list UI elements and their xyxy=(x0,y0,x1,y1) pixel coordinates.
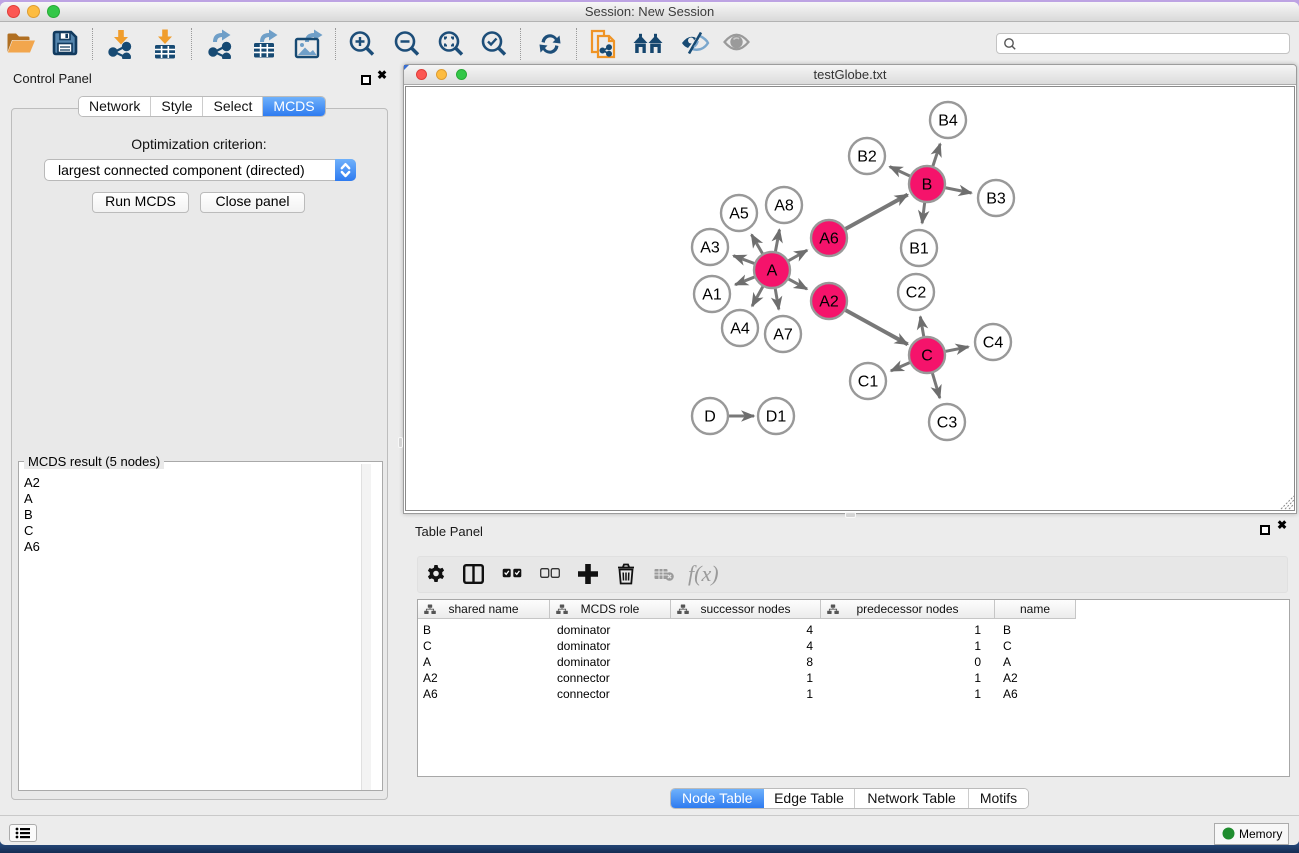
svg-text:C1: C1 xyxy=(858,374,879,391)
svg-text:C3: C3 xyxy=(937,415,958,432)
svg-text:B: B xyxy=(922,177,933,194)
svg-text:A6: A6 xyxy=(819,231,839,248)
svg-text:B3: B3 xyxy=(986,191,1006,208)
svg-text:B2: B2 xyxy=(857,149,877,166)
svg-text:A2: A2 xyxy=(819,294,839,311)
svg-text:B4: B4 xyxy=(938,113,958,130)
svg-text:A8: A8 xyxy=(774,198,794,215)
svg-text:A4: A4 xyxy=(730,321,750,338)
svg-text:A3: A3 xyxy=(700,240,720,257)
svg-text:C: C xyxy=(921,348,933,365)
svg-text:B1: B1 xyxy=(909,241,929,258)
svg-text:C2: C2 xyxy=(906,285,927,302)
svg-text:C4: C4 xyxy=(983,335,1004,352)
svg-text:A5: A5 xyxy=(729,206,749,223)
svg-text:A: A xyxy=(767,263,778,280)
svg-text:A1: A1 xyxy=(702,287,722,304)
svg-text:A7: A7 xyxy=(773,327,793,344)
svg-text:D: D xyxy=(704,409,716,426)
svg-text:D1: D1 xyxy=(766,409,787,426)
